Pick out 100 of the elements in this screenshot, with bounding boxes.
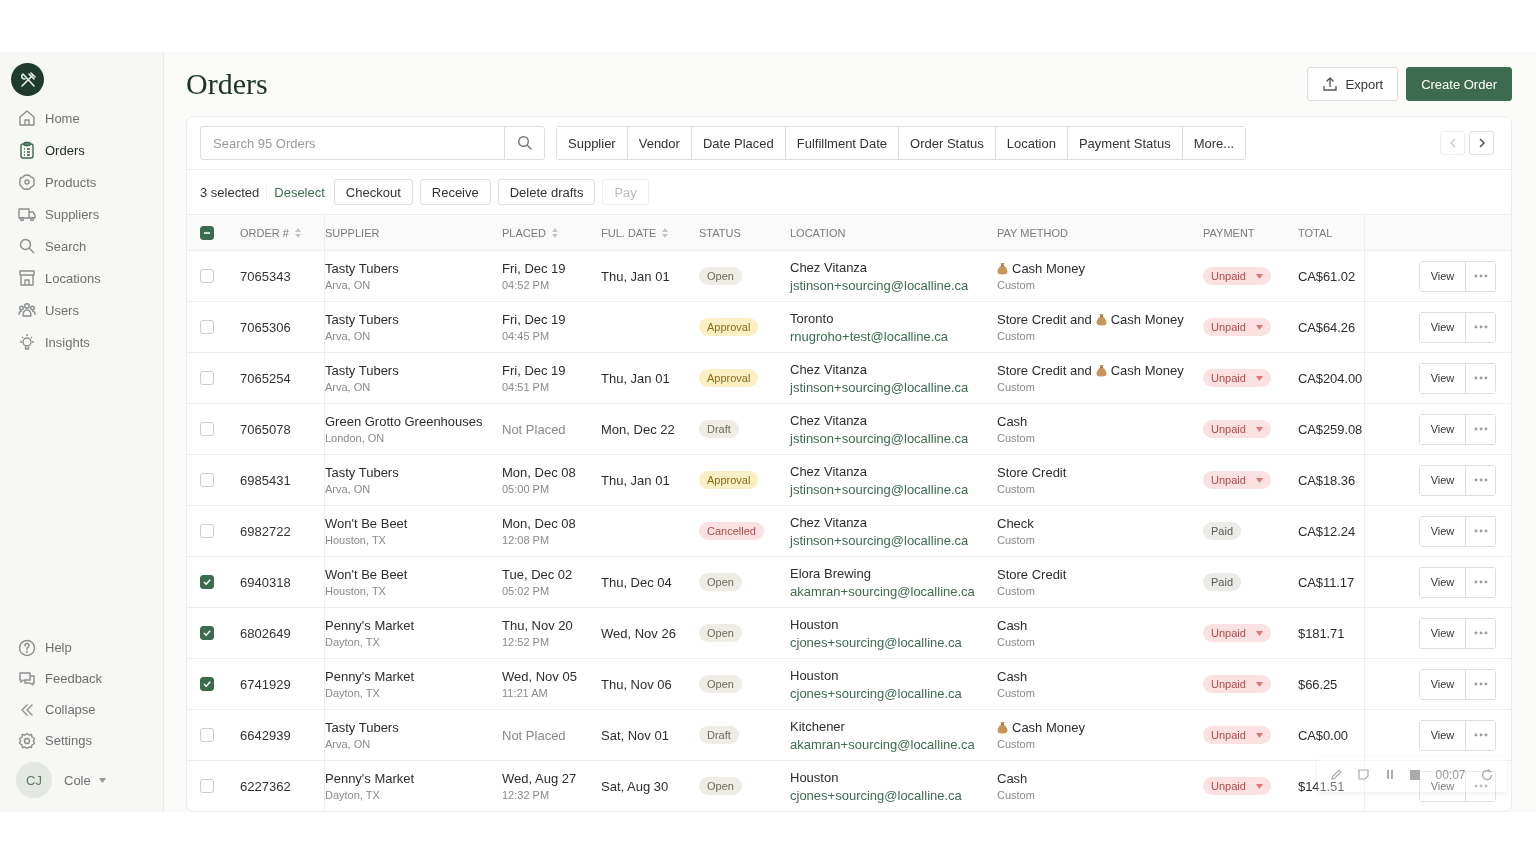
placed-time: 05:02 PM bbox=[502, 585, 550, 597]
order-total: CA$12.24 bbox=[1298, 523, 1356, 539]
column-header[interactable]: LOCATION bbox=[790, 226, 846, 239]
view-button[interactable]: View bbox=[1420, 618, 1466, 648]
view-button[interactable]: View bbox=[1420, 261, 1466, 291]
nav-item[interactable]: Products bbox=[11, 166, 163, 198]
pay-method: Cash Money bbox=[1012, 261, 1085, 276]
more-icon bbox=[1473, 274, 1488, 278]
help-icon bbox=[17, 637, 37, 658]
email-link[interactable]: akamran+sourcing@localline.ca bbox=[790, 736, 975, 752]
column-header[interactable]: ORDER # bbox=[240, 226, 301, 239]
column-header[interactable]: STATUS bbox=[699, 226, 741, 239]
email-link[interactable]: cjones+sourcing@localline.ca bbox=[790, 634, 962, 650]
email-link[interactable]: rnugroho+test@localline.ca bbox=[790, 328, 949, 344]
user-name[interactable]: Cole bbox=[64, 772, 91, 788]
placed-time: 12:08 PM bbox=[502, 534, 550, 546]
money-bag-icon bbox=[997, 721, 1008, 734]
column-header[interactable]: PAY METHOD bbox=[997, 226, 1068, 239]
view-button[interactable]: View bbox=[1420, 312, 1466, 342]
column-header[interactable]: TOTAL bbox=[1298, 226, 1333, 239]
deselect-link[interactable]: Deselect bbox=[274, 184, 325, 200]
export-button[interactable]: Export bbox=[1306, 67, 1399, 101]
row-checkbox[interactable] bbox=[200, 626, 214, 640]
view-button[interactable]: View bbox=[1420, 669, 1466, 699]
payment-badge: Paid bbox=[1203, 522, 1242, 540]
create-order-button[interactable]: Create Order bbox=[1406, 67, 1512, 101]
filter-button[interactable]: Supplier bbox=[557, 127, 628, 159]
email-link[interactable]: jstinson+sourcing@localline.ca bbox=[790, 430, 969, 446]
order-number: 6802649 bbox=[240, 625, 291, 641]
search-icon bbox=[17, 236, 37, 256]
column-header[interactable]: PAYMENT bbox=[1203, 226, 1255, 239]
pay-method: Store Credit bbox=[997, 465, 1067, 480]
nav-item[interactable]: Feedback bbox=[11, 663, 163, 694]
pause-icon[interactable] bbox=[1384, 769, 1395, 780]
order-total: CA$61.02 bbox=[1298, 268, 1356, 284]
refresh-icon[interactable] bbox=[1479, 767, 1494, 782]
nav-item[interactable]: Insights bbox=[11, 326, 163, 358]
search-field[interactable]: Search 95 Orders bbox=[200, 126, 504, 160]
action-button[interactable]: Delete drafts bbox=[497, 179, 596, 205]
note-icon[interactable] bbox=[1357, 768, 1371, 781]
nav-item[interactable]: Collapse bbox=[11, 694, 163, 725]
action-button[interactable]: Receive bbox=[419, 179, 491, 205]
row-checkbox[interactable] bbox=[200, 575, 214, 589]
view-button[interactable]: View bbox=[1420, 363, 1466, 393]
payment-badge[interactable]: Unpaid bbox=[1203, 471, 1271, 489]
email-link[interactable]: cjones+sourcing@localline.ca bbox=[790, 685, 962, 701]
view-button[interactable]: View bbox=[1420, 567, 1466, 597]
placed-time: 04:45 PM bbox=[502, 330, 550, 342]
supplier-location: Arva, ON bbox=[325, 330, 371, 342]
payment-badge[interactable]: Unpaid bbox=[1203, 369, 1271, 387]
payment-badge[interactable]: Unpaid bbox=[1203, 777, 1271, 795]
column-header[interactable]: FUL. DATE bbox=[601, 226, 669, 239]
payment-badge[interactable]: Unpaid bbox=[1203, 267, 1271, 285]
nav-item[interactable]: Help bbox=[11, 632, 163, 663]
email-link[interactable]: jstinson+sourcing@localline.ca bbox=[790, 379, 969, 395]
nav-item[interactable]: Suppliers bbox=[11, 198, 163, 230]
status-badge: Approval bbox=[699, 471, 759, 489]
stop-icon[interactable] bbox=[1409, 768, 1422, 781]
placed-time: 11:21 AM bbox=[502, 687, 548, 699]
email-link[interactable]: cjones+sourcing@localline.ca bbox=[790, 787, 962, 803]
nav-item[interactable]: Search bbox=[11, 230, 163, 262]
view-button[interactable]: View bbox=[1420, 414, 1466, 444]
payment-badge[interactable]: Unpaid bbox=[1203, 318, 1271, 336]
order-number: 6940318 bbox=[240, 574, 291, 590]
pencil-icon[interactable] bbox=[1330, 768, 1344, 781]
row-checkbox[interactable] bbox=[200, 677, 214, 691]
column-header[interactable]: SUPPLIER bbox=[325, 226, 380, 239]
nav-item[interactable]: Orders bbox=[11, 134, 163, 166]
email-link[interactable]: jstinson+sourcing@localline.ca bbox=[790, 532, 969, 548]
pay-method: Store Credit bbox=[997, 567, 1067, 582]
nav-item[interactable]: Locations bbox=[11, 262, 163, 294]
email-link[interactable]: jstinson+sourcing@localline.ca bbox=[790, 277, 969, 293]
fulfillment-date: Sat, Nov 01 bbox=[601, 727, 669, 743]
view-button[interactable]: View bbox=[1420, 720, 1466, 750]
supplier-location: Arva, ON bbox=[325, 738, 371, 750]
supplier-location: Arva, ON bbox=[325, 279, 371, 291]
select-all-checkbox[interactable] bbox=[200, 225, 214, 240]
users-icon bbox=[17, 300, 37, 320]
view-button[interactable]: View bbox=[1420, 516, 1466, 546]
view-button[interactable]: View bbox=[1420, 465, 1466, 495]
pay-method-type: Custom bbox=[997, 432, 1035, 444]
next-button[interactable] bbox=[1469, 131, 1494, 155]
email-link[interactable]: akamran+sourcing@localline.ca bbox=[790, 583, 975, 599]
email-link[interactable]: jstinson+sourcing@localline.ca bbox=[790, 481, 969, 497]
action-button[interactable]: Checkout bbox=[333, 179, 413, 205]
nav-item[interactable]: Settings bbox=[11, 725, 163, 756]
payment-badge[interactable]: Unpaid bbox=[1203, 420, 1271, 438]
payment-badge[interactable]: Unpaid bbox=[1203, 675, 1271, 693]
payment-badge[interactable]: Unpaid bbox=[1203, 624, 1271, 642]
user-avatar[interactable]: CJ bbox=[16, 762, 52, 798]
payment-badge[interactable]: Unpaid bbox=[1203, 726, 1271, 744]
nav-item[interactable]: Users bbox=[11, 294, 163, 326]
column-header[interactable]: PLACED bbox=[502, 226, 559, 239]
pay-method: Cash Money bbox=[1012, 720, 1085, 735]
checkmark-icon bbox=[202, 577, 212, 587]
search-button[interactable] bbox=[504, 126, 545, 160]
pay-method: Cash bbox=[997, 669, 1028, 684]
pay-method-type: Custom bbox=[997, 279, 1035, 291]
fulfillment-date: Wed, Nov 26 bbox=[601, 625, 676, 641]
nav-item[interactable]: Home bbox=[11, 102, 163, 134]
